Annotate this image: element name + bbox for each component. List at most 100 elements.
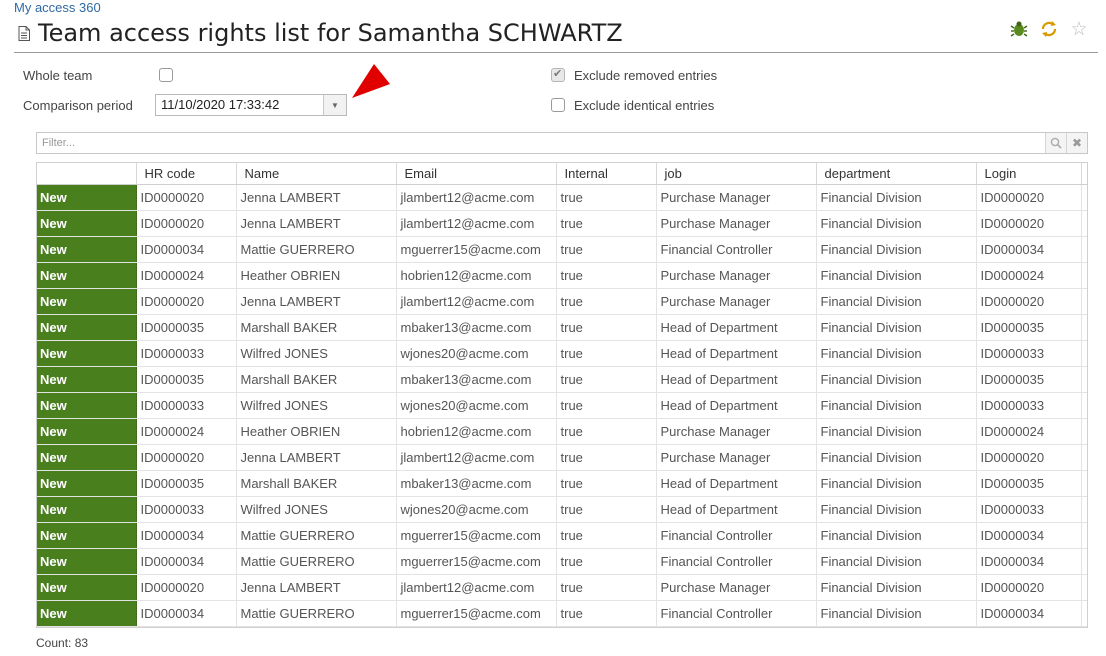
exclude-identical-checkbox[interactable] xyxy=(551,98,565,112)
table-row[interactable]: New ID0000035 Marshall BAKER mbaker13@acme.… xyxy=(37,470,1087,497)
department-cell: Financial Division xyxy=(816,288,977,315)
internal-cell: true xyxy=(556,392,657,419)
page-header: Team access rights list for Samantha SCH… xyxy=(18,18,623,48)
column-header-department[interactable]: department xyxy=(816,163,977,185)
email-cell: wjones20@acme.com xyxy=(396,340,557,367)
filter-input[interactable] xyxy=(37,133,1045,153)
job-cell: Head of Department xyxy=(656,340,817,367)
empty-cell xyxy=(1081,262,1087,289)
column-header-hr-code[interactable]: HR code xyxy=(136,163,237,185)
empty-cell xyxy=(1081,314,1087,341)
job-cell: Head of Department xyxy=(656,392,817,419)
internal-cell: true xyxy=(556,444,657,471)
column-header-job[interactable]: job xyxy=(656,163,817,185)
comparison-period-select[interactable]: 11/10/2020 17:33:42 ▼ xyxy=(155,94,347,116)
email-cell: wjones20@acme.com xyxy=(396,496,557,523)
empty-cell xyxy=(1081,522,1087,549)
login-cell: ID0000034 xyxy=(976,548,1082,575)
department-cell: Financial Division xyxy=(816,574,977,601)
email-cell: mbaker13@acme.com xyxy=(396,366,557,393)
email-cell: mguerrer15@acme.com xyxy=(396,236,557,263)
internal-cell: true xyxy=(556,210,657,237)
access-rights-table: HR code Name Email Internal job departme… xyxy=(36,162,1088,628)
hr-code-cell: ID0000035 xyxy=(136,470,237,497)
table-row[interactable]: New ID0000034 Mattie GUERRERO mguerrer15@ac… xyxy=(37,548,1087,575)
empty-cell xyxy=(1081,210,1087,237)
exclude-removed-label: Exclude removed entries xyxy=(574,68,718,83)
hr-code-cell: ID0000020 xyxy=(136,184,237,211)
table-row[interactable]: New ID0000035 Marshall BAKER mbaker13@acme.… xyxy=(37,366,1087,393)
hr-code-cell: ID0000033 xyxy=(136,340,237,367)
email-cell: hobrien12@acme.com xyxy=(396,262,557,289)
email-cell: jlambert12@acme.com xyxy=(396,288,557,315)
department-cell: Financial Division xyxy=(816,600,977,627)
department-cell: Financial Division xyxy=(816,496,977,523)
job-cell: Purchase Manager xyxy=(656,418,817,445)
login-cell: ID0000034 xyxy=(976,522,1082,549)
table-row[interactable]: New ID0000020 Jenna LAMBERT jlambert12@acme… xyxy=(37,444,1087,471)
name-cell: Heather OBRIEN xyxy=(236,418,397,445)
login-cell: ID0000020 xyxy=(976,184,1082,211)
department-cell: Financial Division xyxy=(816,522,977,549)
name-cell: Mattie GUERRERO xyxy=(236,522,397,549)
title-divider xyxy=(14,52,1098,53)
comparison-period-label: Comparison period xyxy=(23,98,133,113)
table-row[interactable]: New ID0000020 Jenna LAMBERT jlambert12@acme… xyxy=(37,574,1087,601)
table-row[interactable]: New ID0000033 Wilfred JONES wjones20@acme.c… xyxy=(37,496,1087,523)
empty-cell xyxy=(1081,184,1087,211)
document-icon xyxy=(18,25,30,41)
hr-code-cell: ID0000035 xyxy=(136,366,237,393)
table-row[interactable]: New ID0000020 Jenna LAMBERT jlambert12@acme… xyxy=(37,288,1087,315)
internal-cell: true xyxy=(556,548,657,575)
table-header-row: HR code Name Email Internal job departme… xyxy=(37,163,1087,185)
search-icon[interactable] xyxy=(1045,133,1066,153)
login-cell: ID0000020 xyxy=(976,574,1082,601)
status-cell: New xyxy=(37,262,137,289)
empty-cell xyxy=(1081,340,1087,367)
job-cell: Financial Controller xyxy=(656,236,817,263)
column-header-more[interactable] xyxy=(1081,163,1087,185)
exclude-removed-checkbox[interactable] xyxy=(551,67,565,82)
breadcrumb[interactable]: My access 360 xyxy=(14,0,101,15)
status-cell: New xyxy=(37,210,137,237)
clear-icon[interactable]: ✖ xyxy=(1066,133,1087,153)
bug-icon[interactable] xyxy=(1010,20,1028,38)
status-cell: New xyxy=(37,444,137,471)
table-row[interactable]: New ID0000020 Jenna LAMBERT jlambert12@acme… xyxy=(37,210,1087,237)
login-cell: ID0000024 xyxy=(976,262,1082,289)
table-row[interactable]: New ID0000034 Mattie GUERRERO mguerrer15@ac… xyxy=(37,522,1087,549)
column-header-internal[interactable]: Internal xyxy=(556,163,657,185)
column-header-name[interactable]: Name xyxy=(236,163,397,185)
table-row[interactable]: New ID0000033 Wilfred JONES wjones20@acme.c… xyxy=(37,340,1087,367)
table-row[interactable]: New ID0000035 Marshall BAKER mbaker13@acme.… xyxy=(37,314,1087,341)
table-row[interactable]: New ID0000033 Wilfred JONES wjones20@acme.c… xyxy=(37,392,1087,419)
column-header-login[interactable]: Login xyxy=(976,163,1082,185)
job-cell: Head of Department xyxy=(656,470,817,497)
name-cell: Wilfred JONES xyxy=(236,392,397,419)
whole-team-checkbox[interactable] xyxy=(159,68,173,82)
column-header-status[interactable] xyxy=(37,163,137,185)
empty-cell xyxy=(1081,288,1087,315)
email-cell: jlambert12@acme.com xyxy=(396,444,557,471)
exclude-identical-label: Exclude identical entries xyxy=(574,98,715,113)
column-header-email[interactable]: Email xyxy=(396,163,557,185)
table-row[interactable]: New ID0000034 Mattie GUERRERO mguerrer15@ac… xyxy=(37,600,1087,627)
status-cell: New xyxy=(37,340,137,367)
star-icon[interactable]: ☆ xyxy=(1070,19,1088,40)
job-cell: Financial Controller xyxy=(656,548,817,575)
table-row[interactable]: New ID0000024 Heather OBRIEN hobrien12@acme… xyxy=(37,418,1087,445)
empty-cell xyxy=(1081,496,1087,523)
table-row[interactable]: New ID0000034 Mattie GUERRERO mguerrer15@ac… xyxy=(37,236,1087,263)
job-cell: Purchase Manager xyxy=(656,574,817,601)
email-cell: mbaker13@acme.com xyxy=(396,314,557,341)
hr-code-cell: ID0000033 xyxy=(136,496,237,523)
login-cell: ID0000020 xyxy=(976,444,1082,471)
hr-code-cell: ID0000020 xyxy=(136,444,237,471)
table-row[interactable]: New ID0000024 Heather OBRIEN hobrien12@acme… xyxy=(37,262,1087,289)
status-cell: New xyxy=(37,314,137,341)
table-row[interactable]: New ID0000020 Jenna LAMBERT jlambert12@acme… xyxy=(37,184,1087,211)
login-cell: ID0000024 xyxy=(976,418,1082,445)
hr-code-cell: ID0000020 xyxy=(136,210,237,237)
refresh-icon[interactable] xyxy=(1040,20,1058,38)
chevron-down-icon[interactable]: ▼ xyxy=(323,95,346,115)
